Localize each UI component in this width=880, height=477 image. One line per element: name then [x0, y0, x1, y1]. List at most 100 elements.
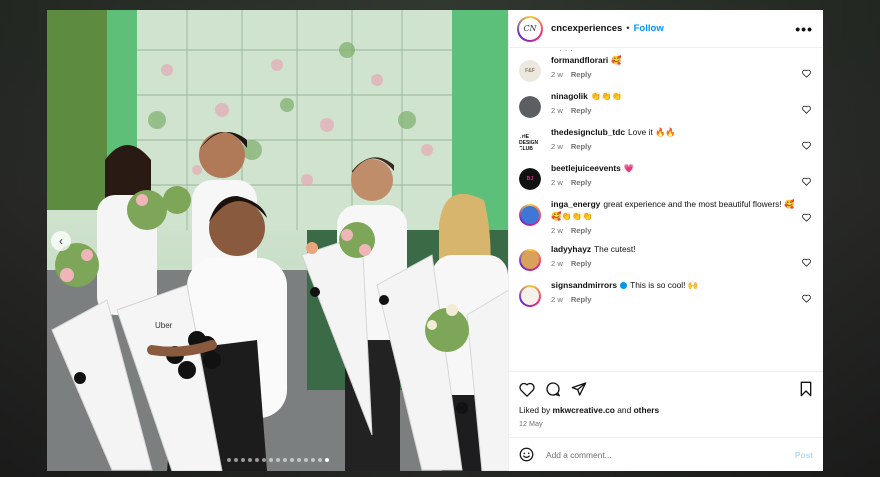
comment-like-icon[interactable]	[802, 209, 811, 222]
commenter-avatar[interactable]	[519, 204, 541, 226]
commenter-avatar-image	[521, 287, 539, 305]
reply-button[interactable]: Reply	[571, 259, 592, 268]
comment-time: 2 w	[551, 226, 563, 235]
commenter-avatar-image: THE DESIGN CLUB	[519, 132, 541, 154]
commenter-avatar[interactable]	[519, 285, 541, 307]
commenter-username[interactable]: inga_energy	[551, 199, 600, 209]
commenter-avatar-image	[519, 96, 541, 118]
comment-like-icon[interactable]	[802, 254, 811, 267]
comment-meta: 2 w Reply	[551, 70, 797, 79]
commenter-avatar[interactable]: F&F	[519, 60, 541, 82]
post-comment-button[interactable]: Post	[795, 450, 813, 460]
carousel-dot	[233, 458, 238, 462]
commenter-avatar-image: F&F	[519, 60, 541, 82]
post-date: 12 May	[519, 419, 543, 428]
comment-text: 💗	[623, 163, 635, 173]
carousel-indicator	[47, 458, 508, 462]
comment-line: ninagolik 👏👏👏	[551, 90, 797, 102]
post-header: CN cncexperiences • Follow •••	[509, 10, 823, 48]
comment-like-icon[interactable]	[802, 173, 811, 186]
commenter-username[interactable]: beetlejuiceevents	[551, 163, 621, 173]
comment-like-icon[interactable]	[802, 65, 811, 78]
carousel-dot	[324, 458, 329, 462]
like-icon[interactable]	[519, 382, 535, 397]
likes-connector: and	[617, 405, 632, 415]
comment-text: 👏👏👏	[590, 91, 623, 101]
comments-list[interactable]: · · · F&F formandflorari 🥰 2 w Reply ninagoli…	[509, 48, 823, 371]
carousel-dot	[296, 458, 301, 462]
comment-like-icon[interactable]	[802, 101, 811, 114]
carousel-dot	[240, 458, 245, 462]
carousel-dot	[303, 458, 308, 462]
save-bookmark-icon[interactable]	[799, 381, 813, 397]
emoji-picker-icon[interactable]	[519, 447, 534, 462]
commenter-avatar-image: BJ	[519, 168, 541, 190]
comment-like-icon[interactable]	[802, 137, 811, 150]
header-separator: •	[626, 23, 630, 34]
carousel-dot	[282, 458, 287, 462]
post-actions: Liked by mkwcreative.co and others 12 Ma…	[509, 371, 823, 428]
carousel-dot	[261, 458, 266, 462]
comment-text: 🥰	[611, 55, 622, 65]
comment-meta: 2 w Reply	[551, 295, 797, 304]
photo-scene: Uber	[47, 10, 508, 471]
comment-time: 2 w	[551, 259, 563, 268]
reply-button[interactable]: Reply	[571, 70, 592, 79]
carousel-prev-button[interactable]: ‹	[51, 231, 71, 251]
commenter-avatar[interactable]: BJ	[519, 168, 541, 190]
comment-time: 2 w	[551, 178, 563, 187]
comment-line: signsandmirrors This is so cool! 🙌	[551, 279, 797, 291]
comment-item: ladyyhayz The cutest! 2 w Reply	[519, 243, 811, 271]
comment-body: ninagolik 👏👏👏 2 w Reply	[551, 90, 797, 115]
author-avatar[interactable]: CN	[517, 15, 543, 42]
comment-time: 2 w	[551, 70, 563, 79]
commenter-avatar[interactable]: THE DESIGN CLUB	[519, 132, 541, 154]
likes-summary: Liked by mkwcreative.co and others	[519, 405, 813, 415]
reply-button[interactable]: Reply	[571, 226, 592, 235]
add-comment-bar: Post	[509, 437, 823, 471]
comment-body: inga_energy great experience and the most…	[551, 198, 797, 235]
commenter-username[interactable]: formandflorari	[551, 55, 608, 65]
comment-item: THE DESIGN CLUB thedesignclub_tdc Love it …	[519, 126, 811, 154]
comment-body: formandflorari 🥰 2 w Reply	[551, 54, 797, 79]
likes-others-link[interactable]: others	[634, 405, 660, 415]
likes-user-link[interactable]: mkwcreative.co	[553, 405, 615, 415]
comment-item: ninagolik 👏👏👏 2 w Reply	[519, 90, 811, 118]
carousel-dot	[317, 458, 322, 462]
comment-line: thedesignclub_tdc Love it 🔥🔥	[551, 126, 797, 138]
comment-input[interactable]	[544, 448, 795, 461]
comment-body: signsandmirrors This is so cool! 🙌 2 w Repl…	[551, 279, 797, 304]
comment-meta: 2 w Reply	[551, 259, 797, 268]
comment-time: 2 w	[551, 142, 563, 151]
comment-text: This is so cool! 🙌	[630, 280, 699, 290]
carousel-dot	[289, 458, 294, 462]
commenter-username[interactable]: ladyyhayz	[551, 244, 591, 254]
author-username[interactable]: cncexperiences	[551, 23, 622, 34]
follow-button[interactable]: Follow	[634, 23, 664, 34]
verified-badge-icon	[620, 282, 628, 290]
comment-meta: 2 w Reply	[551, 106, 797, 115]
commenter-avatar[interactable]	[519, 249, 541, 271]
comment-item: F&F formandflorari 🥰 2 w Reply	[519, 54, 811, 82]
reply-button[interactable]: Reply	[571, 142, 592, 151]
comment-line: beetlejuiceevents 💗	[551, 162, 797, 174]
reply-button[interactable]: Reply	[571, 106, 592, 115]
commenter-avatar[interactable]	[519, 96, 541, 118]
comment-icon[interactable]	[545, 381, 561, 397]
more-options-button[interactable]: •••	[795, 21, 813, 37]
comment-like-icon[interactable]	[802, 290, 811, 303]
carousel-dot	[247, 458, 252, 462]
comment-item: inga_energy great experience and the most…	[519, 198, 811, 235]
comment-body: beetlejuiceevents 💗 2 w Reply	[551, 162, 797, 187]
comment-item: signsandmirrors This is so cool! 🙌 2 w Repl…	[519, 279, 811, 307]
commenter-username[interactable]: thedesignclub_tdc	[551, 127, 625, 137]
comment-line: formandflorari 🥰	[551, 54, 797, 66]
commenter-username[interactable]: ninagolik	[551, 91, 588, 101]
share-icon[interactable]	[571, 381, 587, 397]
reply-button[interactable]: Reply	[571, 178, 592, 187]
commenter-username[interactable]: signsandmirrors	[551, 280, 617, 290]
comment-text: The cutest!	[594, 244, 636, 254]
reply-button[interactable]: Reply	[571, 295, 592, 304]
post-photo[interactable]: Uber ‹	[47, 10, 508, 471]
bouquet-brand-label: Uber	[155, 321, 173, 330]
